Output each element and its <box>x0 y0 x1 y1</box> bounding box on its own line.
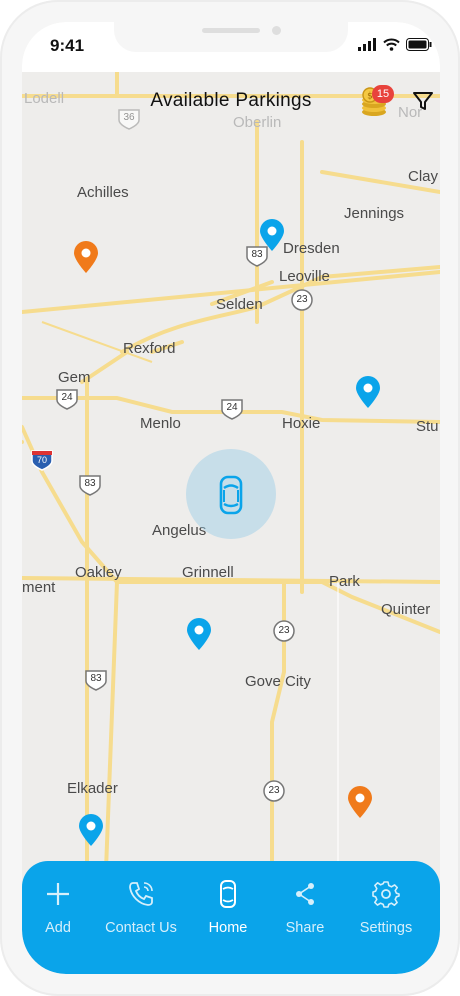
town-leoville: Leoville <box>279 268 330 285</box>
town-oberlin: Oberlin <box>233 114 282 131</box>
tab-settings-label: Settings <box>359 920 413 936</box>
status-time: 9:41 <box>50 36 85 55</box>
wifi-icon <box>383 38 400 51</box>
route-shield-23-mid: 23 <box>272 620 296 642</box>
tab-home[interactable]: Home <box>200 861 256 951</box>
plus-icon <box>47 883 69 905</box>
interstate-shield-70: 70 <box>30 449 54 471</box>
town-achilles: Achilles <box>77 184 129 201</box>
phone-frame: Lodell Oberlin Nor Achilles Clay Jenning… <box>0 0 460 996</box>
tab-contact-us-label: Contact Us <box>105 920 177 936</box>
tab-contact-us[interactable]: Contact Us <box>100 861 182 951</box>
battery-icon <box>406 38 432 51</box>
town-park: Park <box>329 573 360 590</box>
signal-icon <box>358 38 376 51</box>
town-jennings: Jennings <box>344 205 405 222</box>
phone-icon <box>129 882 153 906</box>
town-gem: Gem <box>58 369 91 386</box>
speaker <box>202 28 260 33</box>
route-shield-24-west: 24 <box>55 388 79 410</box>
system-icons <box>358 38 432 51</box>
route-shield-83-mid: 83 <box>78 474 102 496</box>
parking-pin-orange[interactable] <box>72 240 100 274</box>
notch <box>114 22 348 52</box>
parking-pin-orange[interactable] <box>346 785 374 819</box>
parking-pin-blue[interactable] <box>77 813 105 847</box>
tab-add[interactable]: Add <box>30 861 86 951</box>
share-icon <box>296 883 314 905</box>
parking-pin-blue[interactable] <box>258 218 286 252</box>
town-elkader: Elkader <box>67 780 118 797</box>
parking-pin-blue[interactable] <box>354 375 382 409</box>
town-monument: ment <box>22 579 56 596</box>
route-shield-23-north: 23 <box>290 289 314 311</box>
town-oakley: Oakley <box>75 564 122 581</box>
town-clay: Clay <box>408 168 439 185</box>
town-rexford: Rexford <box>123 340 176 357</box>
town-hoxie: Hoxie <box>282 415 321 432</box>
town-dresden: Dresden <box>283 240 340 257</box>
route-shield-24-east: 24 <box>220 398 244 420</box>
car-icon <box>220 880 236 908</box>
coins-badge: 15 <box>372 85 394 103</box>
filter-icon[interactable] <box>412 90 434 112</box>
route-shield-83-south: 83 <box>84 669 108 691</box>
town-gove-city: Gove City <box>245 673 311 690</box>
app-screen: Lodell Oberlin Nor Achilles Clay Jenning… <box>22 22 440 974</box>
car-location-icon[interactable] <box>218 474 244 516</box>
town-menlo: Menlo <box>140 415 181 432</box>
town-selden: Selden <box>216 296 263 313</box>
tab-share-label: Share <box>285 920 325 936</box>
town-studley: Stu <box>416 418 439 435</box>
town-quinter: Quinter <box>381 601 431 618</box>
bottom-tab-bar: Add Contact Us Home Share Settings <box>22 861 440 974</box>
town-grinnell: Grinnell <box>182 564 234 581</box>
parking-pin-blue[interactable] <box>185 617 213 651</box>
route-shield-23-south: 23 <box>262 780 286 802</box>
tab-add-label: Add <box>45 920 71 936</box>
tab-settings[interactable]: Settings <box>352 861 420 951</box>
tab-home-label: Home <box>208 920 248 936</box>
status-bar: 9:41 <box>22 22 440 72</box>
gear-icon <box>372 881 400 908</box>
camera <box>272 26 281 35</box>
tab-share[interactable]: Share <box>277 861 333 951</box>
